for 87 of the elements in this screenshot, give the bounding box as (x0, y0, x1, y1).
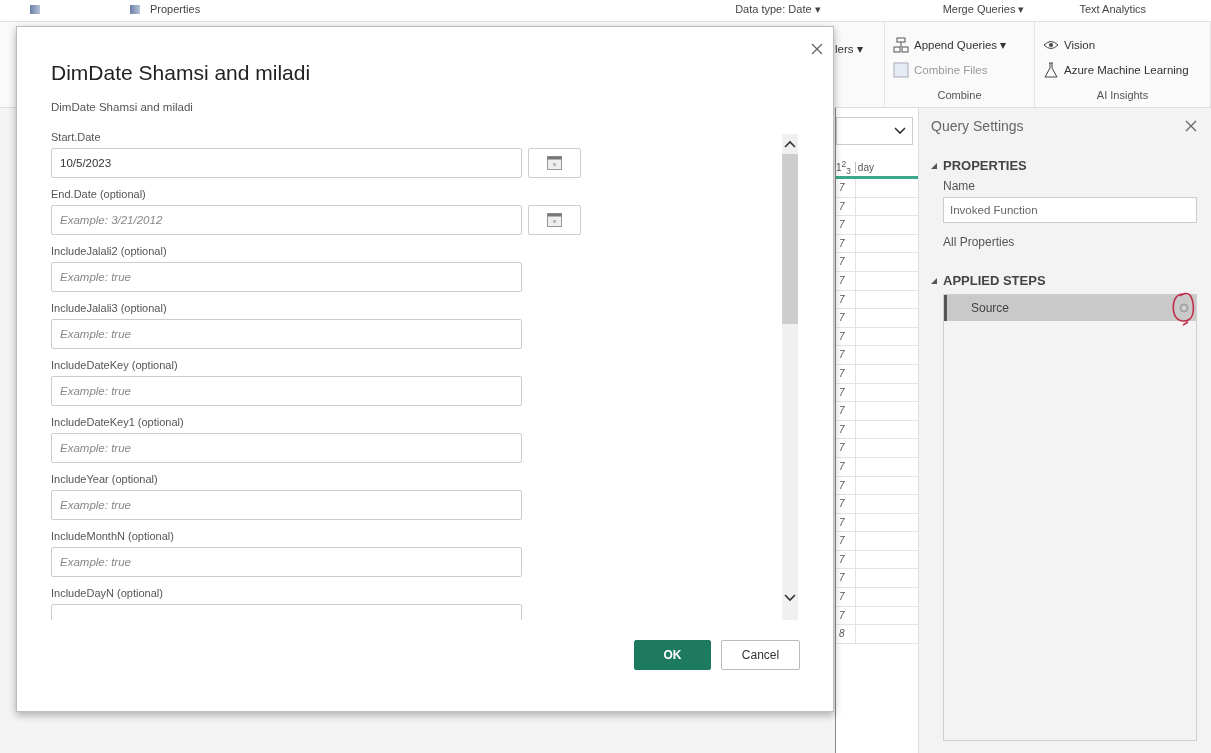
table-cell: 7 (836, 234, 856, 253)
table-cell: 7 (836, 495, 856, 513)
ok-button[interactable]: OK (634, 640, 711, 670)
field-label: IncludeMonthN (optional) (51, 529, 175, 543)
input-field[interactable]: Example: true (51, 262, 522, 292)
all-properties-link[interactable]: All Properties (943, 235, 1197, 249)
ribbon-icon[interactable] (30, 5, 40, 14)
table-cell: 7 (836, 197, 856, 216)
input-field[interactable]: Example: 3/21/2012 (51, 205, 522, 235)
scrollbar[interactable] (782, 134, 798, 620)
eye-icon (1043, 39, 1059, 50)
chevron-icon[interactable] (894, 127, 906, 135)
table-cell: 7 (836, 513, 856, 532)
gear-icon[interactable] (1178, 302, 1190, 314)
input-field[interactable]: 10/5/2023 (51, 148, 522, 178)
table-cell: 8 (836, 625, 856, 643)
collapse-triangle-icon[interactable] (931, 277, 937, 284)
step-item[interactable]: Source (944, 295, 1196, 321)
table-cell: 7 (836, 476, 856, 495)
ribbon-button[interactable]: Azure Machine Learning (1043, 57, 1210, 82)
column-title: day (854, 162, 874, 173)
ribbon-button[interactable]: lers ▾ (835, 36, 884, 61)
input-field[interactable]: Example: true (51, 547, 522, 577)
collapse-triangle-icon[interactable] (931, 162, 937, 169)
table-cell: 7 (836, 253, 856, 271)
stacked-tables-icon (893, 36, 909, 53)
ribbon-button[interactable]: Vision (1043, 32, 1210, 57)
chevron-up-icon[interactable] (784, 140, 796, 148)
input-field[interactable]: Example: true (51, 319, 522, 349)
dialog-title: DimDate Shamsi and miladi (51, 61, 311, 85)
table-cell: 7 (836, 569, 856, 588)
table-cell: 7 (836, 532, 856, 550)
input-field[interactable]: Example: true (51, 490, 522, 520)
table-cell: 7 (836, 383, 856, 402)
group-label: AI Insights (1096, 89, 1150, 101)
close-button[interactable] (1185, 120, 1197, 132)
field-label: IncludeJalali3 (optional) (51, 301, 168, 315)
table-cell: 7 (836, 271, 856, 290)
pane-title: Query Settings (931, 118, 1024, 134)
field-label: Name (943, 179, 976, 193)
scrollbar-thumb[interactable] (782, 154, 798, 324)
field-label: IncludeYear (optional) (51, 472, 159, 486)
table-cell: 7 (836, 364, 856, 383)
calendar-icon (547, 213, 562, 227)
ribbon-button[interactable]: Text Analytics (1079, 2, 1147, 16)
dialog-description: DimDate Shamsi and miladi (51, 101, 194, 113)
input-field[interactable]: Example: true (51, 433, 522, 463)
section-title: PROPERTIES (943, 158, 1027, 173)
file-icon (893, 61, 909, 78)
close-icon (1185, 120, 1197, 132)
ribbon-button[interactable]: Append Queries ▾ (893, 32, 1034, 57)
ribbon-button[interactable]: Data type: Date ▾ (735, 2, 821, 16)
field-label: IncludeDateKey1 (optional) (51, 415, 185, 429)
name-field[interactable]: Invoked Function (943, 197, 1197, 223)
ribbon-icon[interactable] (130, 5, 140, 14)
input-field[interactable]: Example: true (51, 376, 522, 406)
field-label: IncludeJalali2 (optional) (51, 244, 168, 258)
group-label: Combine (937, 89, 983, 101)
ribbon-button[interactable]: Merge Queries ▾ (942, 2, 1025, 16)
field-label: IncludeDayN (optional) (51, 586, 164, 600)
table-cell: 7 (836, 550, 856, 569)
chevron-down-icon[interactable] (784, 594, 796, 602)
table-cell: 7 (836, 457, 856, 476)
table-cell: 7 (836, 346, 856, 364)
close-icon (811, 43, 823, 55)
table-cell: 7 (836, 402, 856, 420)
field-label: Start.Date (51, 130, 102, 144)
section-title: APPLIED STEPS (943, 273, 1046, 288)
flask-icon (1043, 61, 1059, 78)
table-cell: 7 (836, 179, 856, 197)
table-cell: 7 (836, 606, 856, 625)
date-picker-button[interactable] (528, 148, 581, 178)
table-cell: 7 (836, 588, 856, 606)
table-cell: 7 (836, 216, 856, 234)
ribbon-button[interactable]: Properties (150, 2, 201, 16)
calendar-icon (547, 156, 562, 170)
cancel-button[interactable]: Cancel (721, 640, 800, 670)
table-cell: 7 (836, 327, 856, 346)
table-cell: 7 (836, 420, 856, 439)
field-label: End.Date (optional) (51, 187, 147, 201)
date-picker-button[interactable] (528, 205, 581, 235)
table-cell: 7 (836, 439, 856, 457)
close-button[interactable] (811, 43, 823, 55)
table-cell: 7 (836, 309, 856, 327)
field-label: IncludeDateKey (optional) (51, 358, 179, 372)
step-label: Source (971, 301, 1010, 315)
table-cell: 7 (836, 290, 856, 309)
